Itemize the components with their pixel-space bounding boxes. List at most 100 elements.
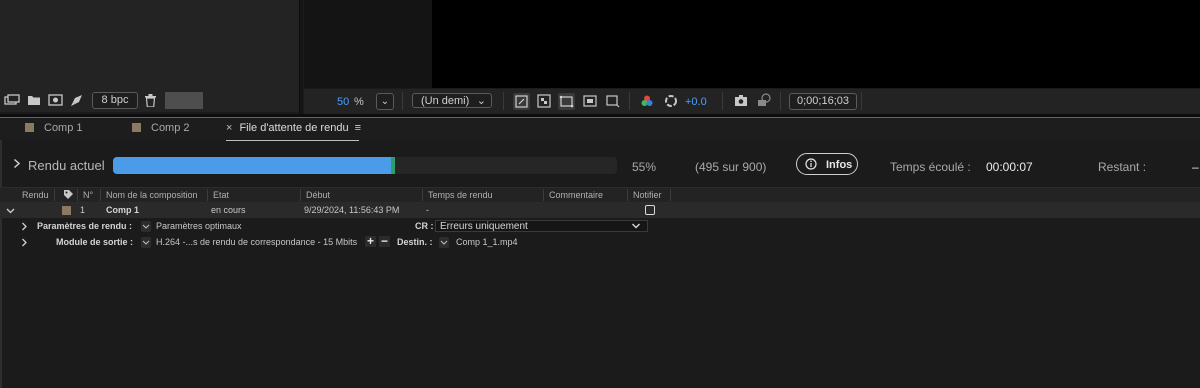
panel-menu-icon[interactable]: ≡ [355, 118, 361, 138]
interpret-footage-icon[interactable] [4, 94, 20, 107]
project-toolbar: 8 bpc [0, 91, 299, 112]
render-progress-marker [391, 157, 395, 174]
infos-label: Infos [826, 159, 853, 171]
column-divider [422, 189, 423, 201]
timeline-tab-bar: Comp 1 Comp 2 × File d'attente de rendu ≡ [0, 118, 1200, 141]
label-tag-icon[interactable] [63, 189, 74, 200]
collapse-item-icon[interactable] [6, 203, 15, 218]
column-divider [300, 189, 301, 201]
exposure-value[interactable]: +0.0 [685, 96, 707, 108]
column-divider [627, 189, 628, 201]
composition-viewer[interactable] [304, 0, 1200, 88]
mask-icon [559, 95, 574, 108]
viewer-pasteboard [304, 0, 432, 88]
column-divider [207, 189, 208, 201]
chevron-down-icon [631, 221, 641, 232]
fast-previews-button[interactable] [513, 93, 530, 110]
render-settings-dropdown-button[interactable] [141, 221, 151, 232]
tab-comp-1[interactable]: Comp 1 [25, 118, 83, 140]
viewer-toolbar: 50 % ⌄ (Un demi) ⌄ +0.0 0;00;16;03 [304, 89, 1200, 114]
column-start[interactable]: Début [306, 188, 330, 202]
toolbar-divider [780, 92, 781, 110]
column-number[interactable]: N° [83, 188, 93, 202]
toolbar-divider [629, 92, 630, 110]
render-progress-fill [113, 157, 391, 174]
output-module-value[interactable]: H.264 -...s de rendu de correspondance -… [156, 235, 357, 250]
close-tab-icon[interactable]: × [226, 122, 232, 134]
destination-dropdown-button[interactable] [439, 237, 449, 248]
render-queue-empty-area[interactable] [2, 251, 1200, 388]
item-number: 1 [80, 205, 86, 215]
mask-visibility-button[interactable] [558, 93, 575, 110]
column-notify[interactable]: Notifier [633, 188, 662, 202]
show-snapshot-icon[interactable] [757, 93, 772, 107]
item-render-time: - [426, 205, 429, 215]
queue-column-header: Rendu N° Nom de la composition Etat Débu… [0, 187, 1200, 203]
elapsed-label: Temps écoulé : [890, 160, 971, 174]
current-time-display[interactable]: 0;00;16;03 [789, 93, 857, 110]
render-frames-count: (495 sur 900) [695, 160, 767, 174]
channels-icon[interactable] [640, 94, 654, 108]
snapshot-camera-icon[interactable] [734, 94, 748, 107]
log-dropdown[interactable]: Erreurs uniquement [435, 220, 648, 232]
render-settings-label: Paramètres de rendu : [37, 221, 133, 231]
queue-item-row[interactable]: 1 Comp 1 en cours 9/29/2024, 11:56:43 PM… [0, 203, 1200, 218]
render-rocket-icon[interactable] [70, 94, 83, 107]
item-start-time: 9/29/2024, 11:56:43 PM [304, 205, 400, 215]
zoom-unit: % [354, 96, 364, 108]
zoom-dropdown-button[interactable]: ⌄ [376, 93, 394, 110]
bit-depth-button[interactable]: 8 bpc [92, 92, 138, 109]
trash-icon[interactable] [145, 94, 156, 107]
label-color-swatch [25, 123, 34, 132]
destination-file[interactable]: Comp 1_1.mp4 [456, 235, 518, 250]
column-comp-name[interactable]: Nom de la composition [106, 188, 198, 202]
reset-exposure-icon[interactable] [664, 94, 678, 108]
remaining-label: Restant : [1098, 160, 1147, 174]
column-divider [77, 189, 78, 201]
tab-label: Comp 2 [151, 122, 190, 134]
tab-label: Comp 1 [44, 122, 83, 134]
expand-render-settings-icon[interactable] [21, 219, 28, 234]
render-percent: 55% [632, 160, 657, 174]
infos-button[interactable]: Infos [796, 153, 858, 175]
new-composition-icon[interactable] [48, 94, 63, 106]
column-divider [100, 189, 101, 201]
column-render[interactable]: Rendu [22, 188, 49, 202]
elapsed-value: 00:00:07 [986, 160, 1033, 174]
transparency-grid-icon[interactable] [537, 94, 551, 108]
expand-render-status-icon[interactable] [13, 158, 21, 169]
chevron-down-icon: ⌄ [476, 95, 486, 107]
column-comment[interactable]: Commentaire [549, 188, 603, 202]
chevron-down-icon [142, 240, 150, 245]
zoom-value[interactable]: 50 [337, 96, 349, 108]
project-panel [0, 0, 299, 92]
tab-render-queue[interactable]: × File d'attente de rendu ≡ [226, 118, 361, 141]
chevron-down-icon [440, 240, 448, 245]
remaining-value: – [1192, 160, 1199, 174]
add-output-module-button[interactable]: + [365, 235, 376, 247]
column-status[interactable]: Etat [213, 188, 229, 202]
folder-icon[interactable] [27, 94, 41, 106]
output-module-dropdown-button[interactable] [141, 237, 151, 248]
thumbnail-swatch [165, 92, 203, 109]
render-settings-value[interactable]: Paramètres optimaux [156, 219, 242, 234]
tab-comp-2[interactable]: Comp 2 [132, 118, 190, 140]
column-render-time[interactable]: Temps de rendu [428, 188, 493, 202]
item-status: en cours [211, 205, 246, 215]
remove-output-module-button[interactable]: − [379, 235, 390, 247]
resolution-dropdown[interactable]: (Un demi) ⌄ [412, 93, 492, 108]
tab-label: File d'attente de rendu [239, 122, 349, 134]
toolbar-divider [861, 92, 862, 110]
region-of-interest-icon[interactable] [583, 94, 597, 108]
notify-checkbox[interactable] [645, 205, 655, 215]
item-comp-name[interactable]: Comp 1 [106, 203, 139, 218]
expand-output-module-icon[interactable] [21, 235, 28, 250]
output-module-label: Module de sortie : [56, 237, 134, 247]
label-color-swatch[interactable] [62, 206, 71, 215]
log-value: Erreurs uniquement [440, 221, 528, 232]
log-label: CR : [415, 221, 434, 231]
chevron-down-icon: ⌄ [380, 96, 390, 107]
grid-guides-icon[interactable] [605, 94, 620, 108]
column-divider [543, 189, 544, 201]
toolbar-divider [722, 92, 723, 110]
